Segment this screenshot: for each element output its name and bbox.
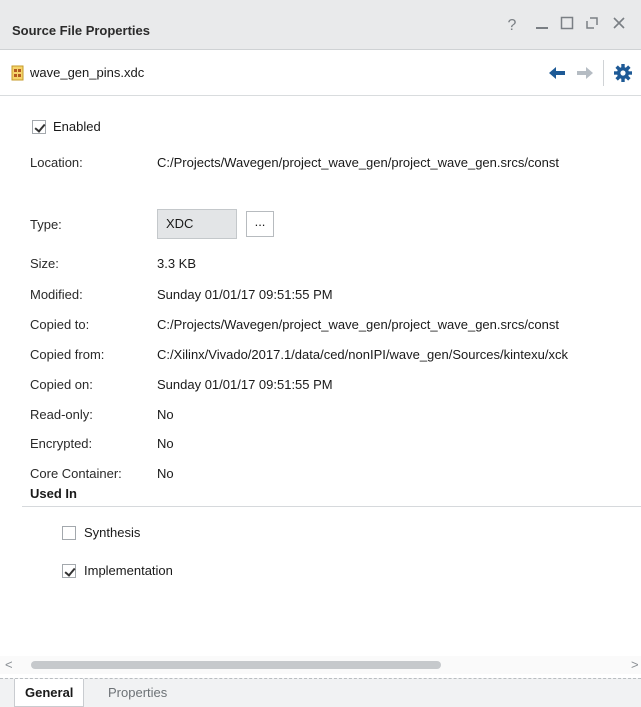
copied-on-label: Copied on: (30, 377, 93, 392)
scroll-right-arrow[interactable]: > (631, 657, 639, 672)
help-button[interactable]: ? (502, 16, 522, 36)
forward-arrow-icon[interactable] (576, 65, 594, 81)
minimize-icon (536, 27, 548, 29)
synthesis-checkbox[interactable] (62, 526, 76, 540)
enabled-checkbox[interactable] (32, 120, 46, 134)
size-label: Size: (30, 256, 59, 271)
file-bar: wave_gen_pins.xdc (0, 50, 641, 96)
title-bar: Source File Properties ? (0, 0, 641, 50)
scroll-thumb[interactable] (31, 661, 441, 669)
tab-bar: General Properties (0, 678, 641, 707)
copied-on-value: Sunday 01/01/17 09:51:55 PM (157, 377, 333, 392)
back-arrow-icon[interactable] (548, 65, 566, 81)
implementation-label: Implementation (84, 563, 173, 578)
copied-from-label: Copied from: (30, 347, 105, 362)
implementation-checkbox[interactable] (62, 564, 76, 578)
core-container-label: Core Container: (30, 466, 122, 481)
xdc-file-icon (11, 65, 24, 81)
type-browse-button[interactable]: ... (246, 211, 274, 237)
location-value: C:/Projects/Wavegen/project_wave_gen/pro… (157, 155, 560, 170)
copied-to-value: C:/Projects/Wavegen/project_wave_gen/pro… (157, 317, 560, 332)
window-title: Source File Properties (12, 23, 150, 38)
encrypted-value: No (157, 436, 174, 451)
type-label: Type: (30, 217, 62, 232)
scroll-left-arrow[interactable]: < (5, 657, 13, 672)
minimize-button[interactable] (532, 16, 552, 36)
synthesis-label: Synthesis (84, 525, 141, 540)
tab-general[interactable]: General (14, 679, 85, 707)
float-button[interactable] (582, 16, 602, 36)
float-icon (586, 17, 598, 29)
toolbar-separator (603, 60, 604, 86)
close-icon (613, 17, 625, 29)
read-only-value: No (157, 407, 174, 422)
copied-to-label: Copied to: (30, 317, 90, 332)
maximize-icon (560, 16, 574, 30)
read-only-label: Read-only: (30, 407, 93, 422)
maximize-button[interactable] (557, 16, 577, 36)
used-in-heading: Used In (30, 486, 77, 501)
close-button[interactable] (609, 16, 629, 36)
location-label: Location: (30, 155, 83, 170)
size-value: 3.3 KB (157, 256, 197, 271)
type-field[interactable]: XDC (157, 209, 237, 239)
tab-properties[interactable]: Properties (98, 679, 177, 707)
modified-value: Sunday 01/01/17 09:51:55 PM (157, 287, 333, 302)
horizontal-scrollbar[interactable]: < > (0, 656, 641, 674)
section-divider (22, 506, 641, 507)
core-container-value: No (157, 466, 174, 481)
modified-label: Modified: (30, 287, 83, 302)
enabled-label: Enabled (53, 119, 101, 134)
gear-icon[interactable] (613, 63, 633, 83)
copied-from-value: C:/Xilinx/Vivado/2017.1/data/ced/nonIPI/… (157, 347, 568, 362)
file-name: wave_gen_pins.xdc (30, 65, 145, 80)
encrypted-label: Encrypted: (30, 436, 93, 451)
